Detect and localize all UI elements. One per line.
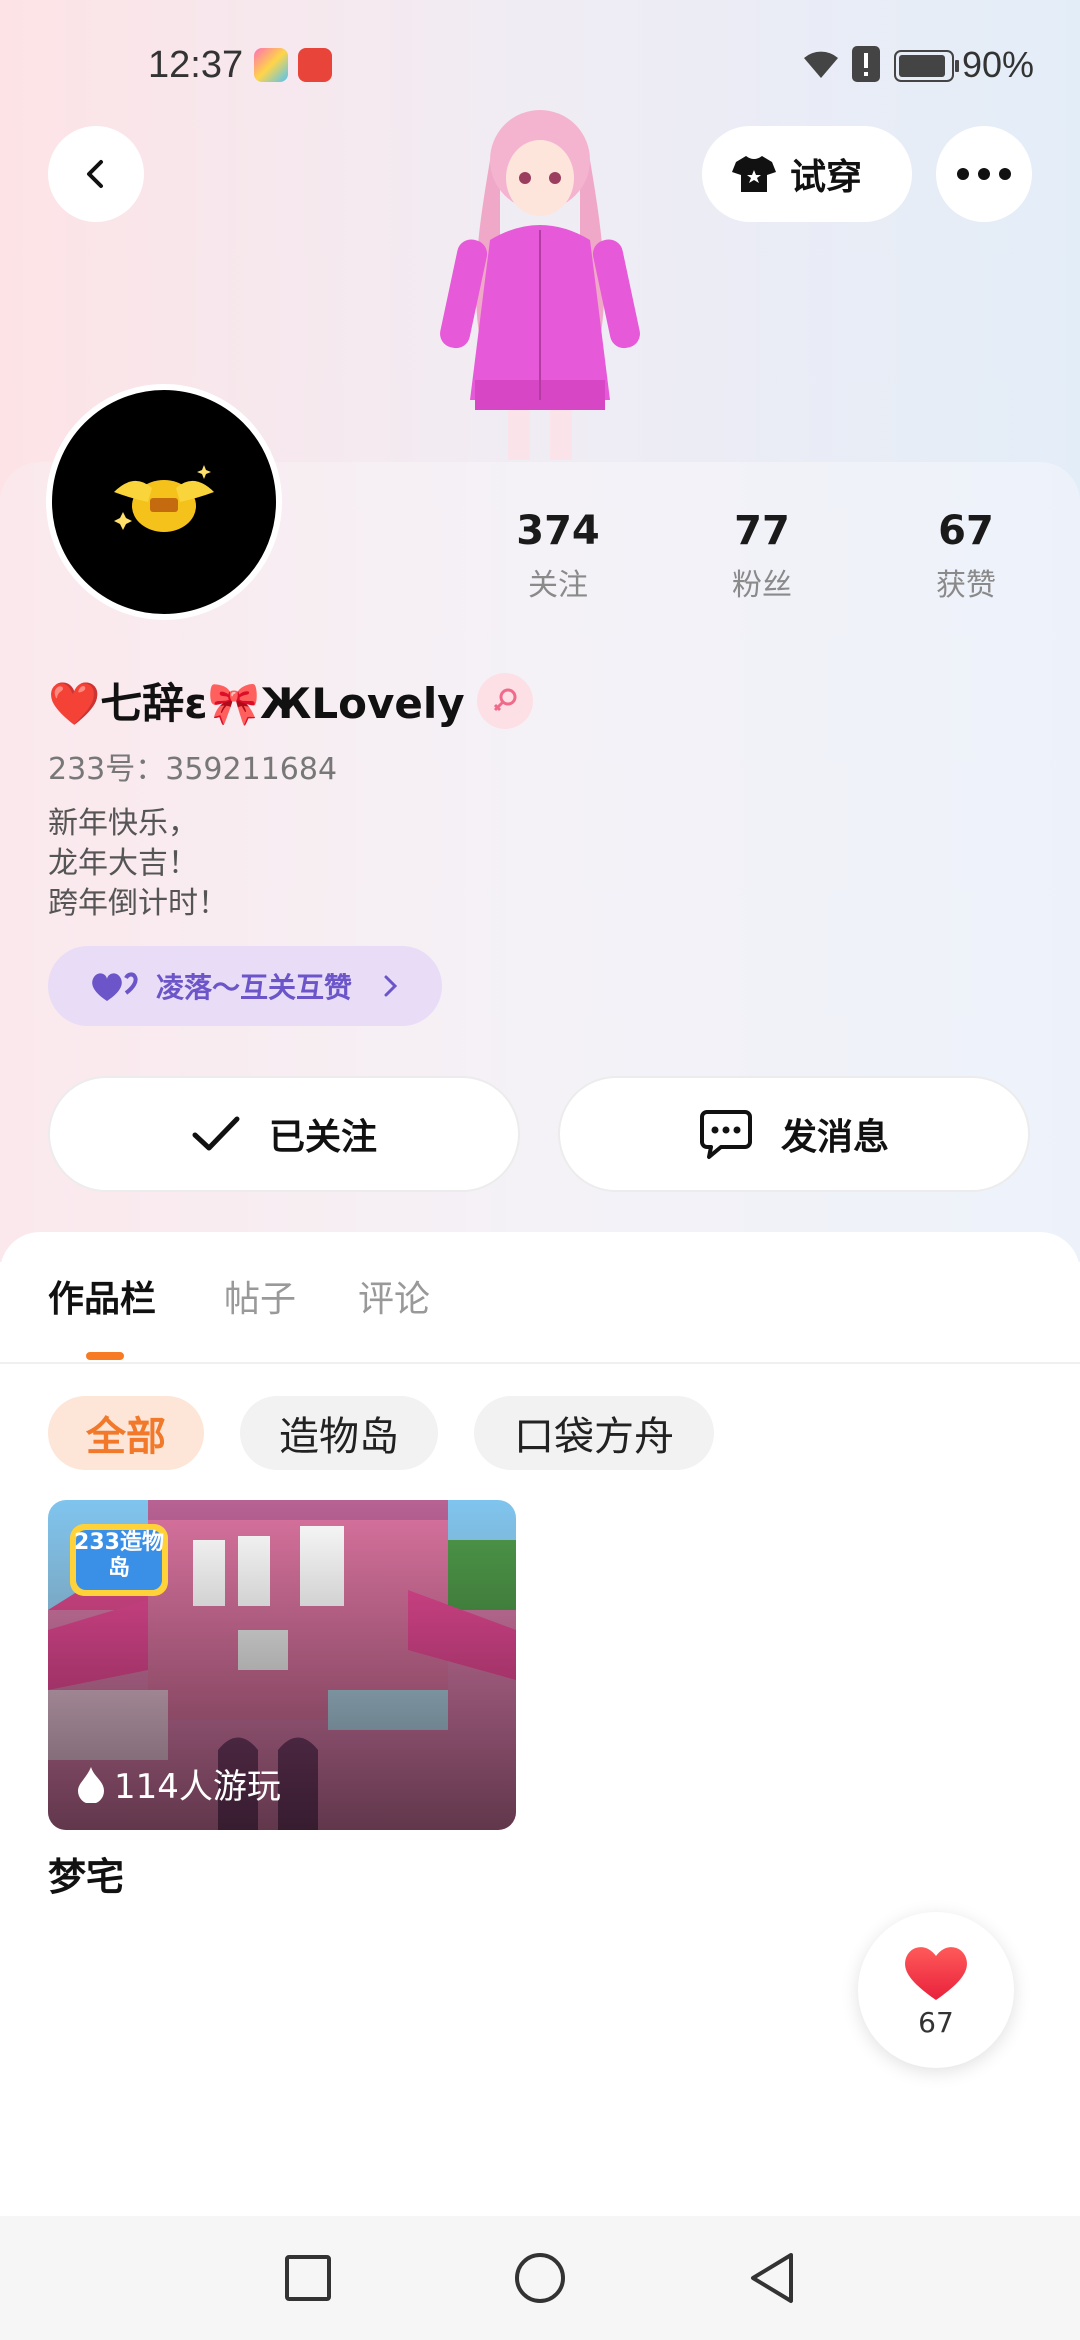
play-count-row: 114人游玩 <box>76 1759 281 1808</box>
stat-label: 关注 <box>528 568 588 603</box>
like-count: 67 <box>918 2005 954 2039</box>
home-button[interactable] <box>508 2246 572 2310</box>
profile-name-row: ❤️七辞ε🎀ЖLovely <box>48 670 533 731</box>
circle-icon <box>515 2253 565 2303</box>
back-nav-button[interactable] <box>740 2246 804 2310</box>
profile-bio: 新年快乐， 龙年大吉！ 跨年倒计时！ <box>48 806 228 921</box>
work-card[interactable]: 233造物岛 114人游玩 <box>48 1500 516 1830</box>
tab-bar: 作品栏 帖子 评论 <box>0 1270 1080 1366</box>
try-on-label: 试穿 <box>790 157 863 198</box>
stat-likes[interactable]: 67 获赞 <box>896 508 1036 604</box>
alert-icon <box>852 46 880 82</box>
heart-pair-icon <box>92 972 138 1001</box>
stat-following[interactable]: 374 关注 <box>488 508 628 604</box>
tips-app-icon <box>254 48 288 82</box>
chat-icon <box>699 1110 752 1159</box>
play-count: 114人游玩 <box>114 1767 281 1807</box>
profile-name: ❤️七辞ε🎀ЖLovely <box>48 679 465 728</box>
follow-label: 已关注 <box>268 1117 377 1158</box>
battery-percent: 90% <box>961 44 1034 85</box>
tab-posts[interactable]: 帖子 <box>224 1270 296 1322</box>
tag-chip[interactable]: 凌落～互关互赞 <box>48 946 442 1026</box>
avatar-crown-graphic <box>114 465 214 532</box>
tab-indicator <box>86 1352 124 1360</box>
tab-divider <box>0 1362 1080 1364</box>
filter-creation-island[interactable]: 造物岛 <box>240 1396 438 1470</box>
user-id: 233号：359211684 <box>48 752 338 787</box>
profile-avatar[interactable] <box>46 384 282 620</box>
filter-pocket-ark[interactable]: 口袋方舟 <box>474 1396 714 1470</box>
huawei-appgallery-icon <box>298 48 332 82</box>
wifi-icon <box>804 51 838 78</box>
stat-number: 374 <box>516 508 600 554</box>
flame-icon <box>78 1766 104 1803</box>
stat-label: 获赞 <box>936 568 996 603</box>
avatar-illustration <box>440 110 640 460</box>
try-on-button[interactable]: 试穿 <box>702 126 912 222</box>
tshirt-icon <box>732 156 776 192</box>
filter-all[interactable]: 全部 <box>48 1396 204 1470</box>
recents-button[interactable] <box>276 2246 340 2310</box>
more-button[interactable] <box>936 126 1032 222</box>
tab-comments[interactable]: 评论 <box>358 1270 430 1322</box>
stat-followers[interactable]: 77 粉丝 <box>692 508 832 604</box>
work-title[interactable]: 梦宅 <box>48 1846 124 1901</box>
more-dots-icon <box>957 168 1011 180</box>
chevron-right-icon <box>384 975 398 997</box>
stat-label: 粉丝 <box>732 568 792 603</box>
status-time: 12:37 <box>148 44 244 86</box>
tab-works[interactable]: 作品栏 <box>48 1270 156 1322</box>
heart-icon <box>905 1946 967 2000</box>
work-badge: 233造物岛 <box>74 1530 164 1581</box>
stat-number: 67 <box>938 508 994 554</box>
check-icon <box>192 1116 240 1151</box>
battery-icon <box>894 50 959 82</box>
triangle-back-icon <box>751 2253 793 2303</box>
stat-number: 77 <box>734 508 790 554</box>
tag-label: 凌落～互关互赞 <box>156 971 353 1004</box>
square-icon <box>285 2255 331 2301</box>
like-button[interactable]: 67 <box>858 1912 1014 2068</box>
avatar-3d-figure[interactable] <box>420 100 660 460</box>
female-icon <box>476 672 533 729</box>
back-button[interactable] <box>48 126 144 222</box>
chevron-left-icon <box>87 160 103 188</box>
message-button[interactable]: 发消息 <box>558 1076 1030 1192</box>
message-label: 发消息 <box>780 1117 889 1158</box>
follow-button[interactable]: 已关注 <box>48 1076 520 1192</box>
